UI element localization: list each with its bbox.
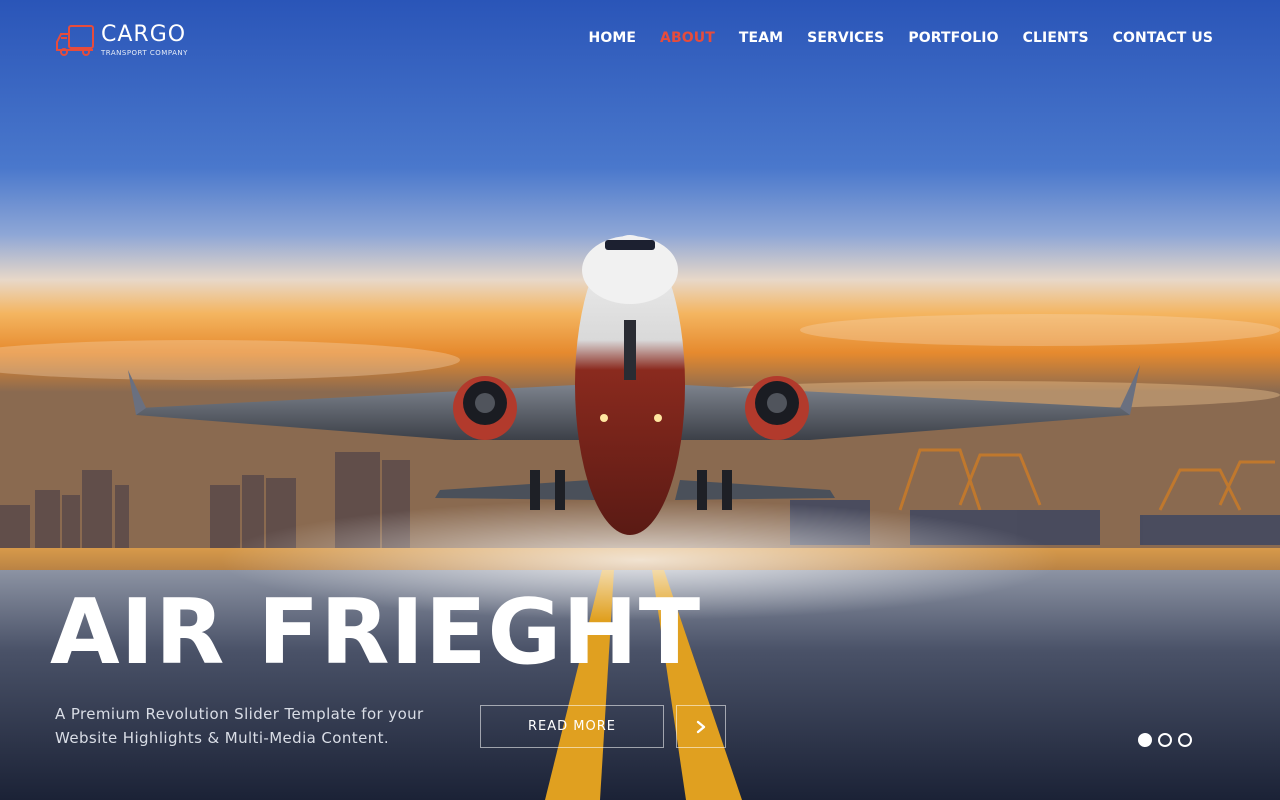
nav-home[interactable]: HOME xyxy=(589,30,637,46)
nav-team[interactable]: TEAM xyxy=(739,30,783,46)
hero-slider: CARGO TRANSPORT COMPANY HOME ABOUT TEAM … xyxy=(0,0,1280,800)
truck-icon xyxy=(56,25,94,56)
slide-description: A Premium Revolution Slider Template for… xyxy=(55,705,424,747)
slide-dot-2[interactable] xyxy=(1158,733,1172,747)
chevron-right-icon xyxy=(696,720,706,733)
next-slide-button[interactable] xyxy=(676,705,726,748)
nav-contact-us[interactable]: CONTACT US xyxy=(1113,30,1213,46)
slide-dot-3[interactable] xyxy=(1178,733,1192,747)
slide-dot-1[interactable] xyxy=(1138,733,1152,747)
slide-title: AIR FRIEGHT xyxy=(50,580,702,685)
nav-clients[interactable]: CLIENTS xyxy=(1023,30,1089,46)
brand-logo[interactable]: CARGO TRANSPORT COMPANY xyxy=(55,22,188,58)
nav-services[interactable]: SERVICES xyxy=(807,30,884,46)
brand-title: CARGO xyxy=(101,21,187,47)
brand-subtitle: TRANSPORT COMPANY xyxy=(101,48,188,57)
read-more-button[interactable]: READ MORE xyxy=(480,705,664,748)
slider-pagination xyxy=(1138,733,1192,747)
main-nav: HOME ABOUT TEAM SERVICES PORTFOLIO CLIEN… xyxy=(589,30,1213,46)
nav-portfolio[interactable]: PORTFOLIO xyxy=(908,30,998,46)
nav-about[interactable]: ABOUT xyxy=(660,30,715,46)
